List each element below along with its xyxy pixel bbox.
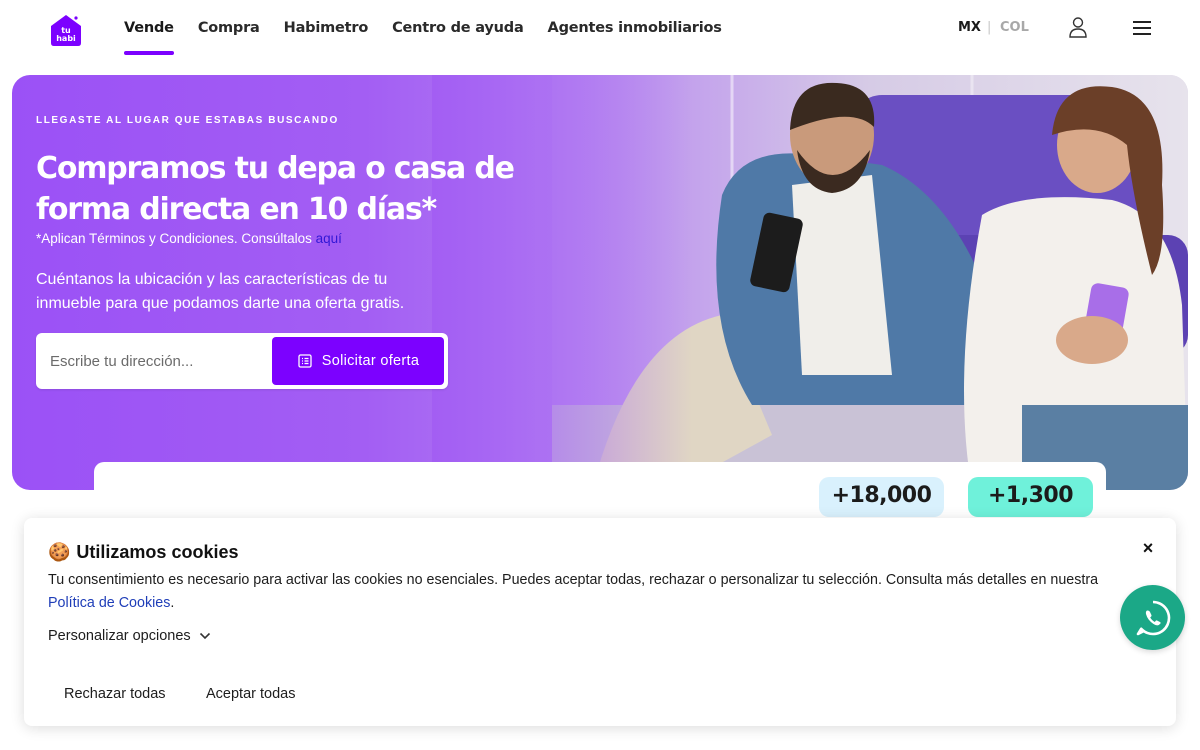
personalize-label: Personalizar opciones [48, 628, 191, 644]
country-col[interactable]: COL [1000, 20, 1029, 35]
cookie-banner: 🍪 Utilizamos cookies × Tu consentimiento… [24, 518, 1176, 726]
main-nav-links: Vende Compra Habimetro Centro de ayuda A… [124, 0, 746, 56]
nav-link-habimetro[interactable]: Habimetro [284, 0, 369, 56]
whatsapp-icon [1136, 600, 1170, 635]
nav-link-vende[interactable]: Vende [124, 0, 174, 56]
hamburger-menu-icon[interactable] [1131, 18, 1153, 38]
stat-pill-second: +1,300 [968, 477, 1093, 517]
reject-all-button[interactable]: Rechazar todas [48, 678, 182, 710]
cookie-title-text: Utilizamos cookies [76, 542, 239, 562]
form-list-icon [298, 354, 312, 368]
stat-pill-sold-homes: +18,000 [819, 477, 944, 517]
close-icon[interactable]: × [1138, 538, 1158, 558]
nav-link-compra[interactable]: Compra [198, 0, 260, 56]
hero-gradient-fade [432, 75, 692, 490]
terms-text: *Aplican Términos y Condiciones. Consúlt… [36, 231, 316, 246]
cookie-description: Tu consentimiento es necesario para acti… [48, 569, 1118, 615]
cookie-emoji-icon: 🍪 [48, 542, 71, 562]
hero-headline: Compramos tu depa o casa de forma direct… [36, 151, 515, 227]
hero-lead-text: Cuéntanos la ubicación y las característ… [36, 271, 405, 312]
cookie-text-end: . [170, 595, 175, 611]
stat-value: +18,000 [831, 483, 932, 508]
address-search-box: Solicitar oferta [36, 333, 448, 389]
country-separator: | [987, 20, 992, 35]
country-mx[interactable]: MX [958, 20, 981, 35]
hero-terms-note: *Aplican Términos y Condiciones. Consúlt… [36, 231, 342, 246]
top-navigation: tu habi Vende Compra Habimetro Centro de… [0, 0, 1200, 56]
svg-text:habi: habi [56, 34, 76, 43]
nav-link-agentes-inmobiliarios[interactable]: Agentes inmobiliarios [548, 0, 722, 56]
request-offer-button[interactable]: Solicitar oferta [272, 337, 444, 385]
cookie-policy-link[interactable]: Política de Cookies [48, 595, 170, 611]
nav-link-centro-de-ayuda[interactable]: Centro de ayuda [392, 0, 524, 56]
user-icon[interactable] [1066, 15, 1090, 39]
hero-eyebrow: LLEGASTE AL LUGAR QUE ESTABAS BUSCANDO [36, 115, 339, 126]
stat-value: +1,300 [987, 483, 1074, 508]
whatsapp-button[interactable] [1120, 585, 1185, 650]
stats-card [94, 462, 1106, 522]
personalize-options-toggle[interactable]: Personalizar opciones [48, 628, 211, 644]
cookie-text-body: Tu consentimiento es necesario para acti… [48, 572, 1099, 588]
address-search-input[interactable] [50, 346, 270, 376]
request-offer-label: Solicitar oferta [321, 353, 420, 369]
terms-link[interactable]: aquí [316, 231, 342, 246]
chevron-down-icon [199, 632, 210, 640]
accept-all-button[interactable]: Aceptar todas [190, 678, 311, 710]
tuhabi-logo[interactable]: tu habi [48, 13, 84, 47]
cookie-title: 🍪 Utilizamos cookies [48, 542, 238, 563]
